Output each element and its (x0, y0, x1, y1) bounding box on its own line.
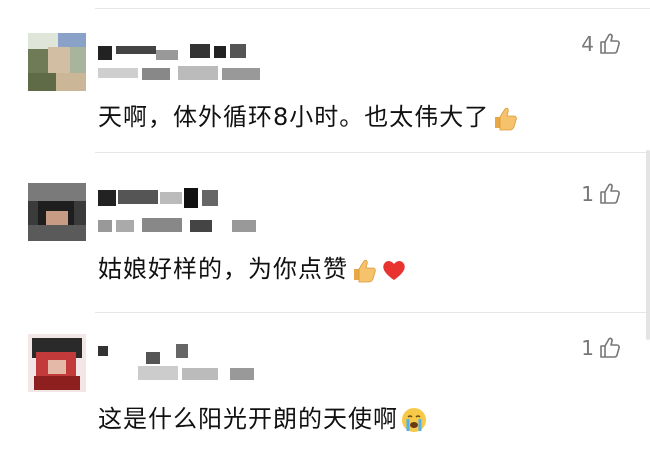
scrollbar[interactable] (646, 150, 650, 340)
timestamp-redacted (98, 366, 268, 384)
thumbs-up-outline-icon (600, 183, 620, 204)
comment-text-content: 这是什么阳光开朗的天使啊 (98, 405, 398, 433)
thumbs-up-outline-icon (600, 337, 620, 358)
avatar[interactable] (28, 33, 86, 91)
thumbs-up-outline-icon (600, 33, 620, 54)
heart-emoji (380, 256, 408, 284)
like-button[interactable]: 1 (581, 336, 622, 360)
like-button[interactable]: 4 (581, 32, 622, 56)
like-count: 1 (581, 182, 594, 206)
comment-text-content: 天啊，体外循环8小时。也太伟大了 (98, 103, 490, 131)
like-button[interactable]: 1 (581, 182, 622, 206)
comment-divider (95, 312, 650, 313)
comment-divider (95, 152, 650, 153)
timestamp-redacted (98, 218, 268, 236)
like-count: 4 (581, 32, 594, 56)
username-redacted (98, 186, 268, 216)
thumbs-up-emoji (350, 256, 378, 284)
avatar[interactable] (28, 334, 86, 392)
timestamp-redacted (98, 66, 268, 84)
top-divider (95, 8, 650, 9)
comment-text: 这是什么阳光开朗的天使啊 (98, 404, 428, 434)
crying-face-emoji (400, 406, 428, 434)
comment-text: 天啊，体外循环8小时。也太伟大了 (98, 102, 519, 132)
comment-text: 姑娘好样的，为你点赞 (98, 254, 408, 284)
avatar[interactable] (28, 183, 86, 241)
comment-text-content: 姑娘好样的，为你点赞 (98, 255, 348, 283)
thumbs-up-emoji (491, 104, 519, 132)
like-count: 1 (581, 336, 594, 360)
